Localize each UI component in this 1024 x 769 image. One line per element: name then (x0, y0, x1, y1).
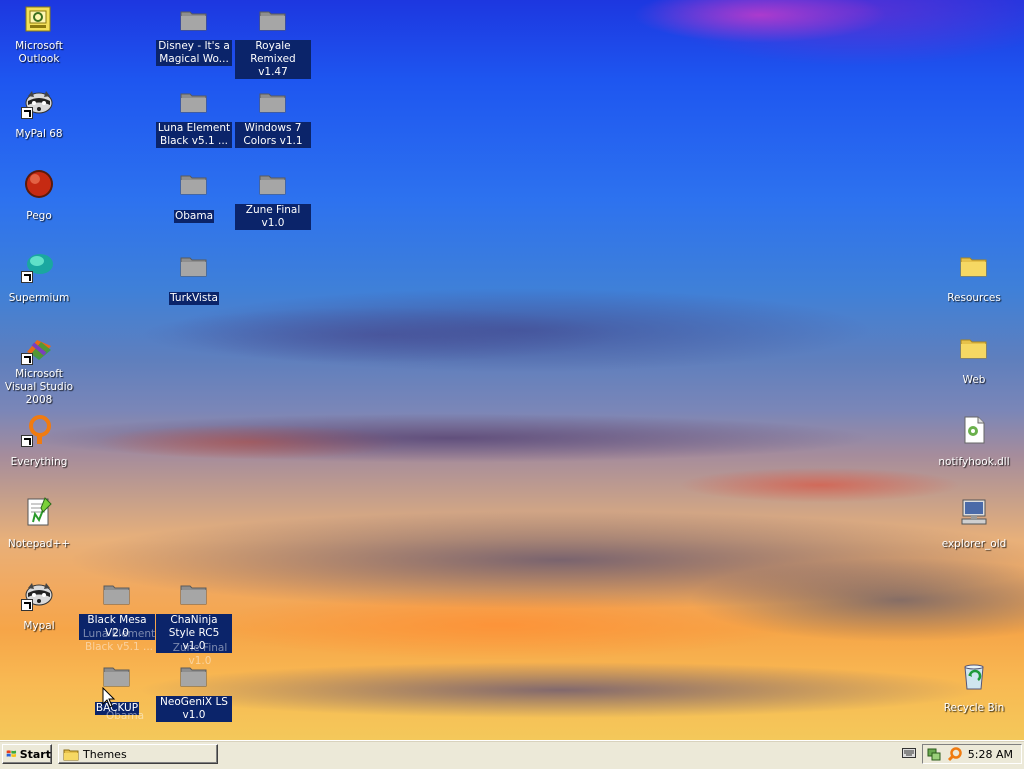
desktop-icon-label: Royale Remixed v1.47 (235, 40, 311, 79)
desktop-icon-label: Everything (10, 456, 68, 468)
desktop-folder-zune[interactable]: Zune Final v1.0 (235, 168, 311, 230)
taskbar-button-label: Themes (83, 747, 127, 761)
folder-icon (178, 578, 210, 610)
folder-icon (178, 168, 210, 200)
desktop-folder-obama[interactable]: Obama (156, 168, 232, 223)
desktop-icon-label: MyPal 68 (15, 128, 63, 140)
desktop-folder-turkvista[interactable]: TurkVista (156, 250, 232, 305)
shortcut-arrow-icon (21, 271, 33, 283)
clock[interactable]: 5:28 AM (968, 748, 1013, 761)
folder-icon (178, 660, 210, 692)
folder-icon (101, 578, 133, 610)
windows-logo-icon (6, 750, 17, 758)
desktop-icon-label: Resources (947, 292, 1001, 304)
shortcut-arrow-icon (21, 599, 33, 611)
start-label: Start (19, 747, 51, 761)
folder-icon (257, 4, 289, 36)
desktop-folder-luna-element[interactable]: Luna Element Black v5.1 ... (156, 86, 232, 148)
shortcut-arrow-icon (21, 353, 33, 365)
folder-icon (178, 4, 210, 36)
folder-icon (257, 86, 289, 118)
desktop[interactable]: Microsoft Outlook MyPal 68 Pego Supermiu… (0, 0, 1024, 740)
network-icon[interactable] (926, 746, 942, 762)
system-tray: 5:28 AM (922, 744, 1022, 764)
folder-icon (178, 86, 210, 118)
desktop-icon-label: Recycle Bin (943, 702, 1005, 714)
desktop-icon-label: Luna Element Black v5.1 ... (156, 122, 232, 148)
everything-search-icon (21, 414, 55, 447)
desktop-icon-everything[interactable]: Everything (1, 414, 77, 469)
folder-icon (958, 250, 990, 282)
desktop-folder-chaninja[interactable]: ChaNinja Style RC5 v1.0 (156, 578, 232, 653)
notepadpp-icon (23, 496, 55, 528)
desktop-icon-label: ChaNinja Style RC5 v1.0 (156, 614, 232, 653)
mouse-cursor-icon (102, 687, 116, 708)
everything-search-icon[interactable] (947, 746, 963, 762)
shortcut-arrow-icon (21, 435, 33, 447)
desktop-icon-label: Zune Final v1.0 (235, 204, 311, 230)
start-button[interactable]: Start (2, 744, 52, 764)
desktop-icon-label: Notepad++ (7, 538, 71, 550)
desktop-icon-mypal[interactable]: Mypal (1, 578, 77, 633)
desktop-icon-label: Microsoft Visual Studio 2008 (4, 368, 74, 406)
taskbar: Start Themes 5:28 AM (0, 740, 1024, 769)
desktop-folder-disney[interactable]: Disney - It's a Magical Wo... (156, 4, 232, 66)
visual-studio-icon (21, 332, 55, 365)
desktop-icon-label: explorer_old (941, 538, 1007, 550)
folder-icon (958, 332, 990, 364)
folder-icon (257, 168, 289, 200)
desktop-icon-microsoft-outlook[interactable]: Microsoft Outlook (1, 4, 77, 66)
pego-icon (23, 168, 55, 200)
desktop-folder-web[interactable]: Web (936, 332, 1012, 387)
computer-icon (958, 496, 990, 528)
desktop-folder-black-mesa[interactable]: Black Mesa V2.0 (79, 578, 155, 640)
desktop-folder-backup[interactable]: BACKUP (79, 660, 155, 715)
supermium-icon (21, 250, 55, 283)
desktop-icon-label: Pego (26, 210, 52, 222)
keyboard-icon[interactable] (902, 748, 916, 758)
desktop-icon-label: Supermium (8, 292, 70, 304)
desktop-icon-recycle-bin[interactable]: Recycle Bin (936, 660, 1012, 715)
recycle-bin-icon (958, 660, 990, 692)
desktop-icon-label: Disney - It's a Magical Wo... (156, 40, 232, 66)
desktop-icon-label: TurkVista (169, 292, 219, 305)
desktop-icon-explorer-old[interactable]: explorer_old (936, 496, 1012, 551)
desktop-folder-royale[interactable]: Royale Remixed v1.47 (235, 4, 311, 79)
taskbar-button-themes[interactable]: Themes (58, 744, 218, 764)
desktop-folder-neogenix[interactable]: NeoGeniX LS v1.0 (156, 660, 232, 722)
desktop-icon-label: Mypal (23, 620, 55, 632)
desktop-icon-label: NeoGeniX LS v1.0 (156, 696, 232, 722)
folder-icon (178, 250, 210, 282)
shortcut-arrow-icon (21, 107, 33, 119)
desktop-icon-mypal-68[interactable]: MyPal 68 (1, 86, 77, 141)
desktop-file-notifyhook[interactable]: notifyhook.dll (936, 414, 1012, 469)
desktop-icon-label: Web (962, 374, 986, 386)
desktop-icon-notepadpp[interactable]: Notepad++ (1, 496, 77, 551)
outlook-icon (23, 4, 55, 36)
desktop-icon-supermium[interactable]: Supermium (1, 250, 77, 305)
desktop-icon-label: Microsoft Outlook (15, 40, 63, 65)
desktop-icon-visual-studio-2008[interactable]: Microsoft Visual Studio 2008 (1, 332, 77, 407)
desktop-icon-label: Obama (173, 210, 215, 223)
desktop-icon-pego[interactable]: Pego (1, 168, 77, 223)
desktop-folder-resources[interactable]: Resources (936, 250, 1012, 305)
desktop-icon-label: notifyhook.dll (938, 456, 1010, 468)
folder-icon (63, 749, 79, 761)
raccoon-icon (21, 578, 55, 611)
desktop-icon-label: Black Mesa V2.0 (79, 614, 155, 640)
raccoon-icon (21, 86, 55, 119)
dll-file-icon (958, 414, 990, 446)
desktop-folder-windows7-colors[interactable]: Windows 7 Colors v1.1 (235, 86, 311, 148)
desktop-icon-label: Windows 7 Colors v1.1 (235, 122, 311, 148)
